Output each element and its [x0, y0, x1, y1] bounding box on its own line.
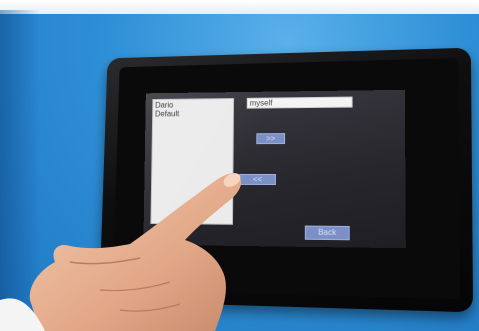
remove-button[interactable]: << — [239, 173, 276, 186]
name-input[interactable]: myself — [246, 96, 353, 109]
photo-scene: Dario Default myself >> << Back — [0, 0, 479, 331]
housing-top-edge — [0, 0, 479, 14]
list-item[interactable]: Default — [155, 109, 231, 118]
add-button[interactable]: >> — [256, 133, 286, 145]
user-list[interactable]: Dario Default — [150, 98, 235, 225]
touchscreen-display: Dario Default myself >> << Back — [143, 89, 406, 249]
housing-shadow — [0, 10, 40, 331]
back-button[interactable]: Back — [304, 225, 350, 241]
